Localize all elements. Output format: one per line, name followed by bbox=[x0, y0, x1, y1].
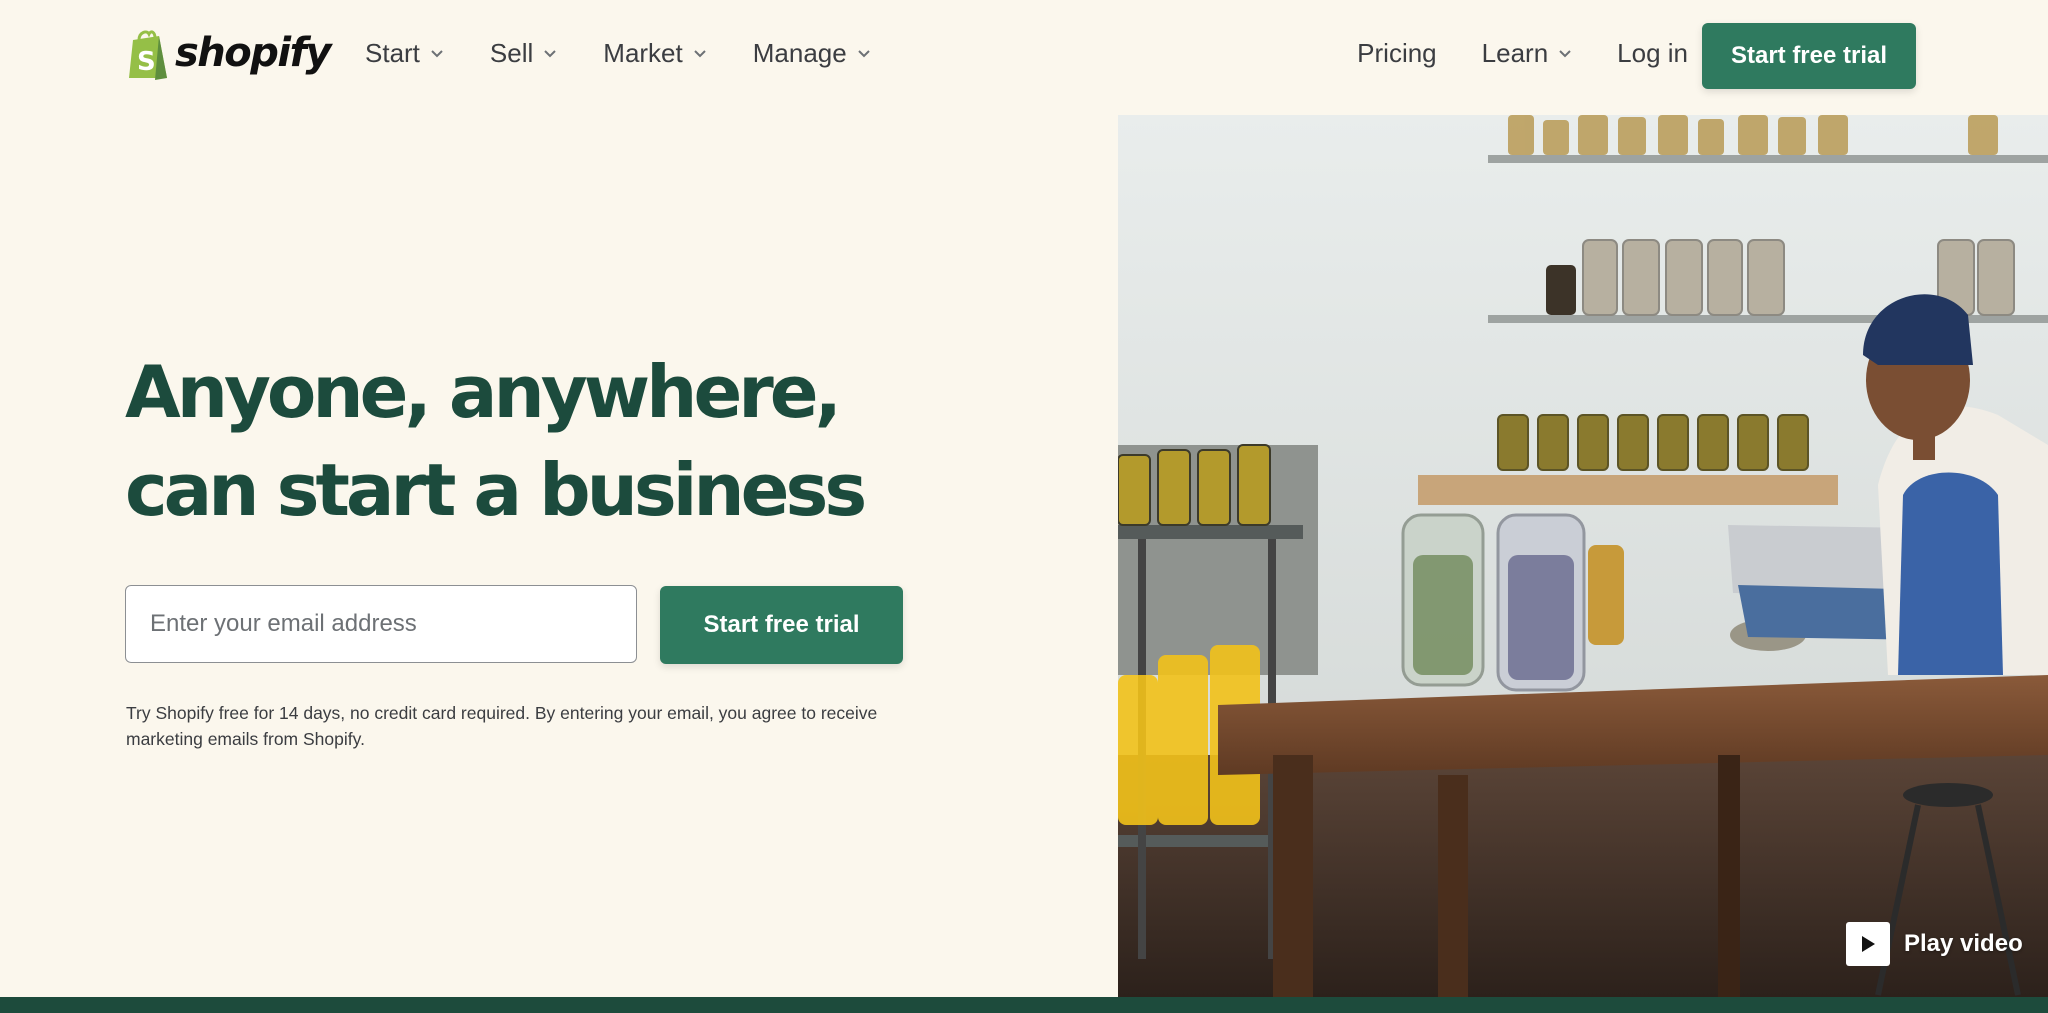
header-start-trial-button[interactable]: Start free trial bbox=[1702, 23, 1916, 89]
play-icon bbox=[1846, 922, 1890, 966]
nav-item-learn[interactable]: Learn bbox=[1482, 38, 1573, 69]
hero-headline: Anyone, anywhere, can start a business bbox=[125, 350, 867, 532]
play-video-button[interactable]: Play video bbox=[1846, 922, 2023, 966]
nav-item-start[interactable]: Start bbox=[365, 38, 444, 69]
hero-photo: Play video bbox=[1118, 115, 2048, 997]
shop-owner-illustration bbox=[1118, 115, 2048, 997]
nav-label: Pricing bbox=[1357, 38, 1437, 68]
brand-wordmark: shopify bbox=[175, 30, 332, 76]
trial-disclaimer: Try Shopify free for 14 days, no credit … bbox=[126, 703, 878, 749]
footer-band bbox=[0, 997, 2048, 1013]
nav-item-sell[interactable]: Sell bbox=[490, 38, 557, 69]
nav-label: Manage bbox=[752, 38, 847, 68]
nav-item-pricing[interactable]: Pricing bbox=[1357, 38, 1436, 69]
nav-item-market[interactable]: Market bbox=[603, 38, 706, 69]
nav-label: Start bbox=[365, 38, 420, 68]
hero-start-trial-button[interactable]: Start free trial bbox=[660, 586, 903, 664]
primary-nav: Start Sell Market Manage bbox=[365, 38, 917, 69]
shopify-bag-icon: S bbox=[129, 30, 167, 80]
nav-label: Log in bbox=[1617, 38, 1688, 68]
nav-label: Sell bbox=[489, 38, 534, 68]
nav-label: Learn bbox=[1481, 38, 1549, 68]
play-video-label: Play video bbox=[1904, 930, 2023, 957]
nav-item-manage[interactable]: Manage bbox=[753, 38, 871, 69]
svg-text:S: S bbox=[137, 47, 156, 77]
secondary-nav: Pricing Learn Log in bbox=[1312, 38, 1688, 69]
chevron-down-icon bbox=[858, 49, 870, 57]
chevron-down-icon bbox=[694, 49, 706, 57]
email-field[interactable] bbox=[125, 585, 637, 663]
site-header: S shopify Start Sell Market Manage Prici… bbox=[0, 0, 2048, 115]
chevron-down-icon bbox=[1559, 49, 1571, 57]
chevron-down-icon bbox=[431, 49, 443, 57]
login-link[interactable]: Log in bbox=[1617, 38, 1688, 69]
chevron-down-icon bbox=[544, 49, 556, 57]
shopify-logo[interactable]: S shopify bbox=[125, 28, 332, 82]
nav-label: Market bbox=[603, 38, 683, 68]
